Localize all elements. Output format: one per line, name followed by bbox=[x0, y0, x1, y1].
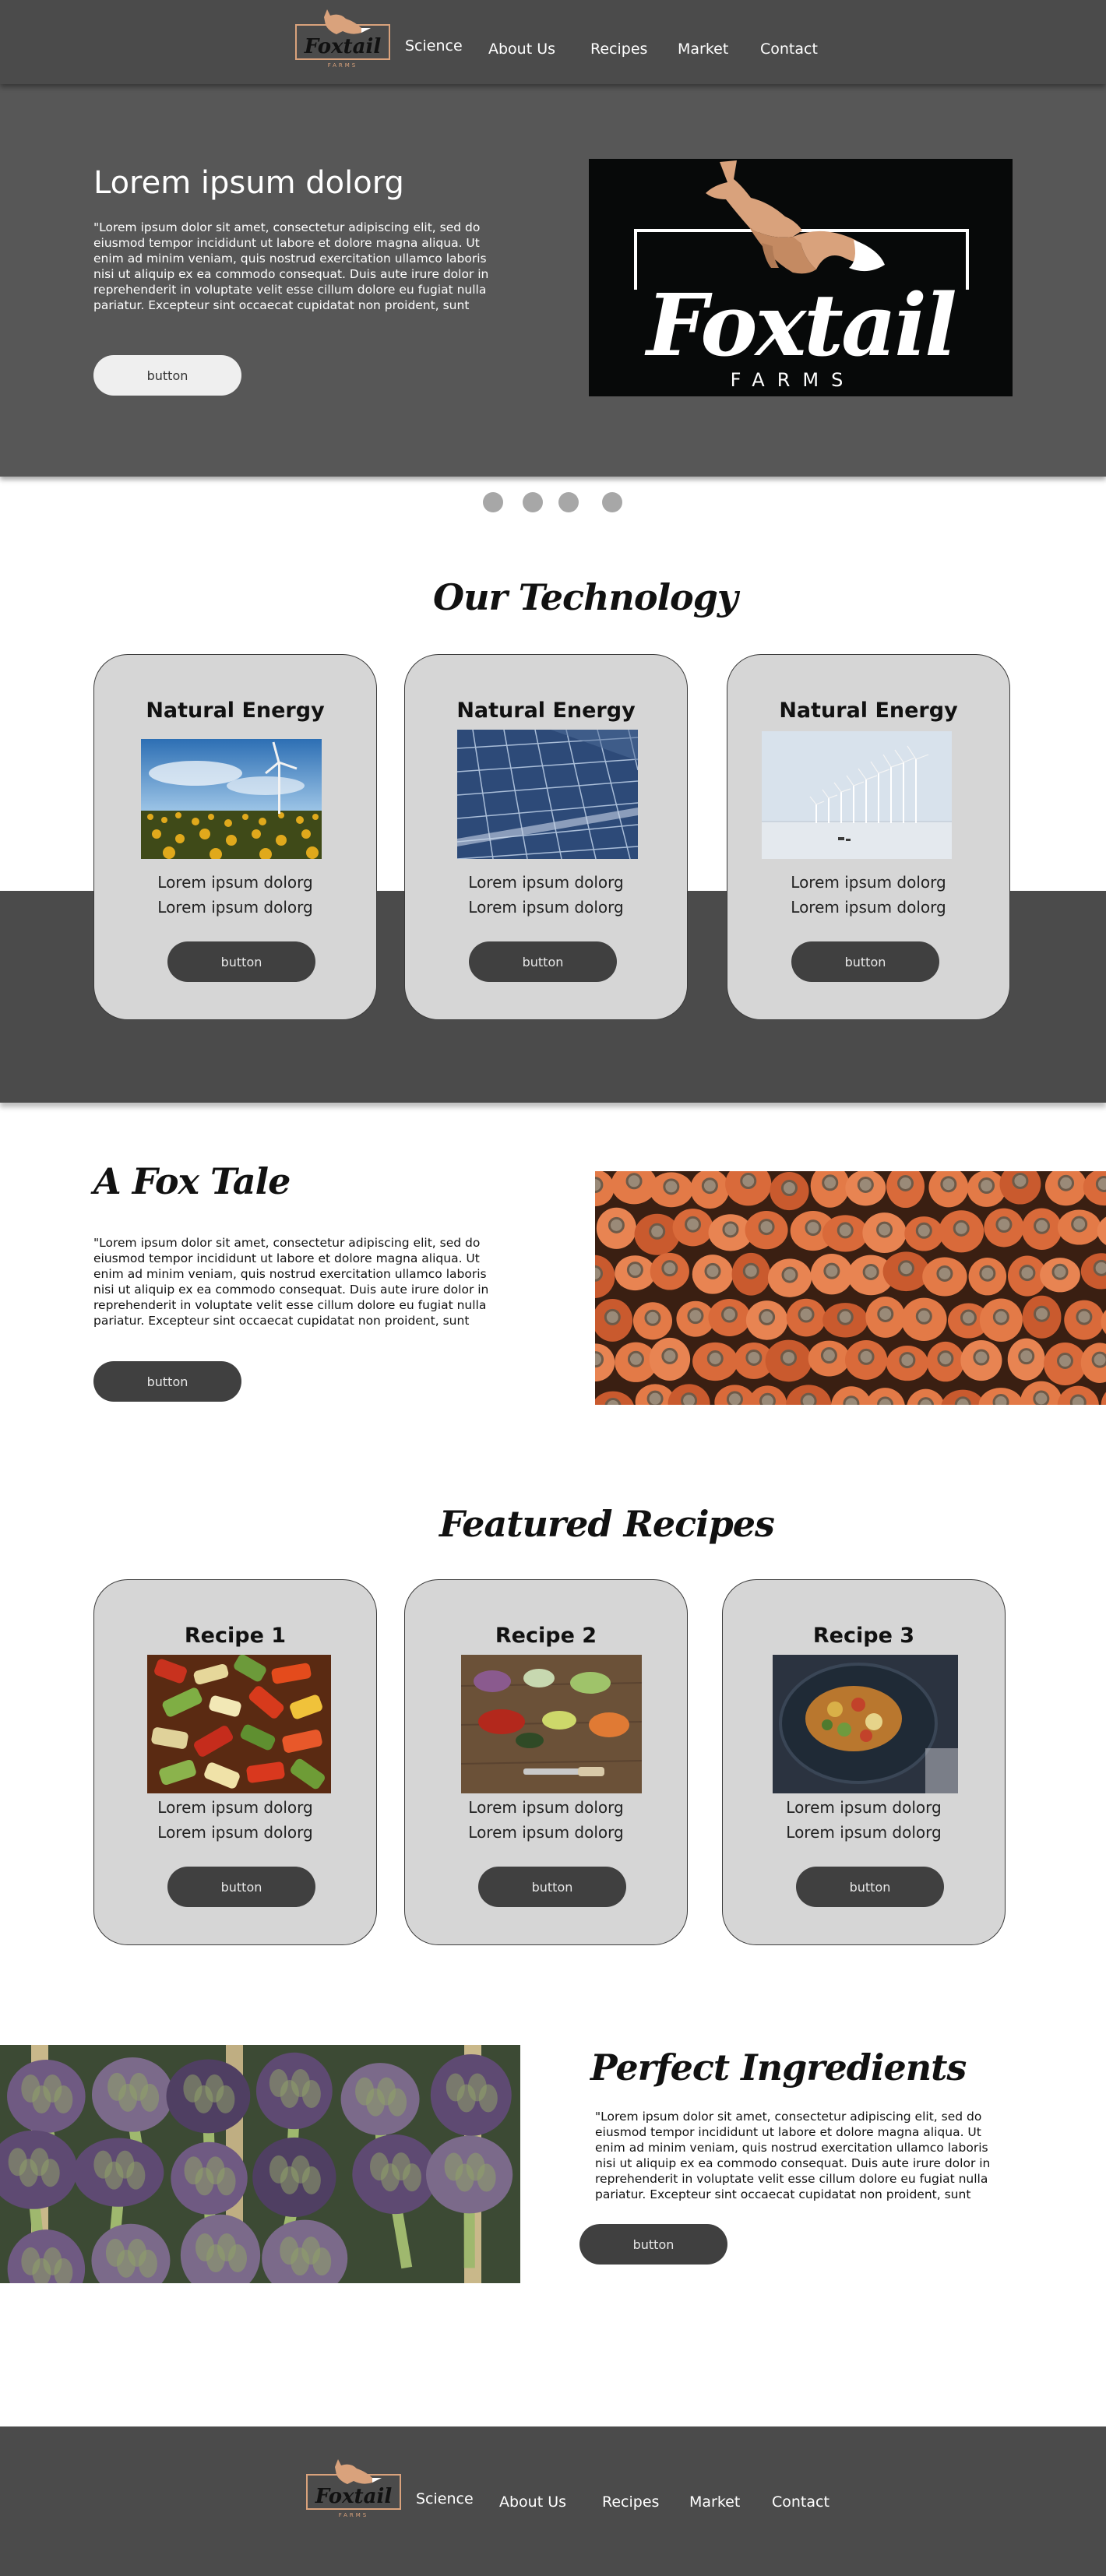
top-navigation: Foxtail FARMS Science About Us Recipes M… bbox=[0, 0, 1106, 84]
wind-turbine-image bbox=[141, 739, 322, 859]
ingredients-heading: Perfect Ingredients bbox=[590, 2046, 967, 2089]
svg-text:Foxtail: Foxtail bbox=[315, 2485, 393, 2508]
card-button[interactable]: button bbox=[469, 941, 617, 982]
card-line-2: Lorem ipsum dolorg bbox=[157, 898, 313, 917]
card-line-2: Lorem ipsum dolorg bbox=[791, 898, 946, 917]
footer-nav-recipes[interactable]: Recipes bbox=[602, 2493, 659, 2511]
svg-text:FARMS: FARMS bbox=[328, 62, 358, 69]
nav-recipes[interactable]: Recipes bbox=[590, 40, 647, 58]
carousel-dot-1[interactable] bbox=[483, 492, 503, 512]
footer-nav-market[interactable]: Market bbox=[689, 2493, 740, 2511]
card-button[interactable]: button bbox=[478, 1867, 626, 1907]
hero-title: Lorem ipsum dolorg bbox=[93, 165, 404, 201]
brand-logo[interactable]: Foxtail FARMS bbox=[294, 8, 393, 73]
roasted-vegetables-image bbox=[147, 1655, 331, 1793]
footer-nav-science[interactable]: Science bbox=[416, 2490, 474, 2507]
technology-card: Natural Energy Lorem ipsum dolorg Lorem … bbox=[93, 654, 377, 1020]
technology-heading: Our Technology bbox=[433, 576, 738, 618]
nav-contact[interactable]: Contact bbox=[760, 40, 818, 58]
carrots-image bbox=[595, 1171, 1106, 1405]
card-title: Recipe 3 bbox=[812, 1624, 915, 1648]
footer-nav-contact[interactable]: Contact bbox=[772, 2493, 830, 2511]
card-button[interactable]: button bbox=[167, 1867, 315, 1907]
nav-science[interactable]: Science bbox=[405, 37, 463, 55]
card-button[interactable]: button bbox=[796, 1867, 944, 1907]
recipe-card: Recipe 3 Lorem ipsum dolorg Lorem ipsum … bbox=[722, 1579, 1006, 1945]
hero-logo-tagline: FARMS bbox=[731, 369, 856, 391]
card-line-2: Lorem ipsum dolorg bbox=[468, 898, 624, 917]
hero-button[interactable]: button bbox=[93, 355, 241, 396]
svg-text:Foxtail: Foxtail bbox=[304, 35, 382, 58]
nav-market[interactable]: Market bbox=[678, 40, 728, 58]
hero-brand-logo: Foxtail FARMS bbox=[589, 159, 1013, 396]
card-line-2: Lorem ipsum dolorg bbox=[157, 1823, 313, 1842]
fox-tale-text: "Lorem ipsum dolor sit amet, consectetur… bbox=[93, 1236, 489, 1328]
card-line-1: Lorem ipsum dolorg bbox=[791, 873, 946, 892]
recipe-card: Recipe 1 Lorem ipsum dolorg Lorem ipsum … bbox=[93, 1579, 377, 1945]
carousel-dot-2[interactable] bbox=[523, 492, 543, 512]
solar-panels-image bbox=[457, 730, 638, 859]
card-line-1: Lorem ipsum dolorg bbox=[468, 1798, 624, 1817]
card-line-1: Lorem ipsum dolorg bbox=[157, 873, 313, 892]
card-button[interactable]: button bbox=[167, 941, 315, 982]
card-line-1: Lorem ipsum dolorg bbox=[157, 1798, 313, 1817]
technology-card: Natural Energy Lorem ipsum dolorg Lorem … bbox=[727, 654, 1010, 1020]
card-line-2: Lorem ipsum dolorg bbox=[786, 1823, 942, 1842]
svg-text:FARMS: FARMS bbox=[339, 2512, 369, 2518]
fox-tale-button[interactable]: button bbox=[93, 1361, 241, 1402]
ingredients-button[interactable]: button bbox=[579, 2224, 727, 2265]
card-line-2: Lorem ipsum dolorg bbox=[468, 1823, 624, 1842]
card-line-1: Lorem ipsum dolorg bbox=[786, 1798, 942, 1817]
plated-dish-image bbox=[773, 1655, 958, 1793]
hero-section: Lorem ipsum dolorg "Lorem ipsum dolor si… bbox=[0, 84, 1106, 477]
fox-tale-heading: A Fox Tale bbox=[93, 1160, 291, 1202]
carousel-dot-3[interactable] bbox=[558, 492, 579, 512]
card-line-1: Lorem ipsum dolorg bbox=[468, 873, 624, 892]
offshore-wind-farm-image bbox=[762, 731, 952, 859]
technology-card: Natural Energy Lorem ipsum dolorg Lorem … bbox=[404, 654, 688, 1020]
fox-illustration-icon bbox=[706, 160, 885, 274]
carousel-dot-4[interactable] bbox=[602, 492, 622, 512]
card-title: Recipe 1 bbox=[184, 1624, 287, 1648]
hero-logo-wordmark: Foxtail bbox=[644, 275, 955, 375]
card-title: Recipe 2 bbox=[495, 1624, 597, 1648]
card-title: Natural Energy bbox=[146, 699, 325, 723]
ingredients-text: "Lorem ipsum dolor sit amet, consectetur… bbox=[595, 2110, 991, 2201]
card-title: Natural Energy bbox=[456, 699, 636, 723]
footer-nav-about-us[interactable]: About Us bbox=[499, 2493, 566, 2511]
hero-text: "Lorem ipsum dolor sit amet, consectetur… bbox=[93, 220, 489, 312]
footer: Foxtail FARMS Science About Us Recipes M… bbox=[0, 2426, 1106, 2576]
recipe-card: Recipe 2 Lorem ipsum dolorg Lorem ipsum … bbox=[404, 1579, 688, 1945]
footer-brand-logo[interactable]: Foxtail FARMS bbox=[305, 2458, 403, 2523]
card-title: Natural Energy bbox=[779, 699, 958, 723]
card-button[interactable]: button bbox=[791, 941, 939, 982]
recipes-heading: Featured Recipes bbox=[439, 1503, 775, 1545]
nav-about-us[interactable]: About Us bbox=[488, 40, 555, 58]
artichokes-image bbox=[0, 2045, 520, 2283]
chopped-vegetables-image bbox=[461, 1655, 642, 1793]
